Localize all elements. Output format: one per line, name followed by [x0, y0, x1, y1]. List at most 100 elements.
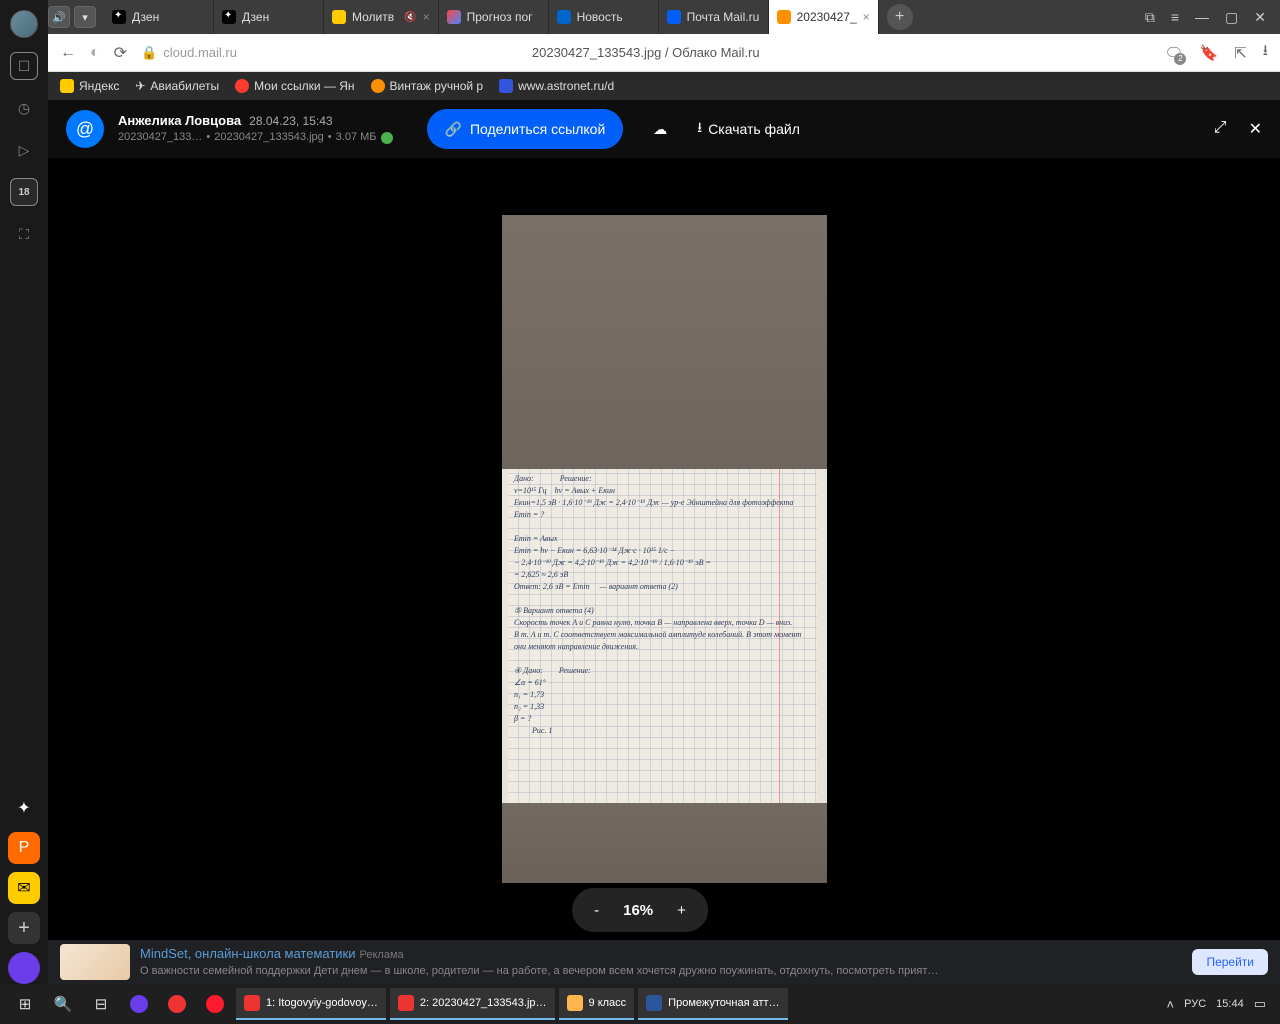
bookmark-links[interactable]: Мои ссылки — Ян: [235, 79, 354, 93]
bookmark-yandex[interactable]: Яндекс: [60, 79, 119, 93]
clock[interactable]: 15:44: [1216, 998, 1244, 1010]
cloud-header: @ Анжелика Ловцова 28.04.23, 15:43 202304…: [48, 100, 1280, 158]
verified-icon: [381, 132, 393, 144]
yandex-app-icon: [398, 995, 414, 1011]
taskbar-app-1[interactable]: 1: Itogovyiy-godovoy…: [236, 988, 386, 1020]
history-icon[interactable]: ◷: [10, 94, 38, 122]
astro-icon: [499, 79, 513, 93]
app-tile-3[interactable]: ✉: [8, 872, 40, 904]
app-tile-1[interactable]: ✦: [8, 792, 40, 824]
opera-taskbar-icon[interactable]: [198, 987, 232, 1021]
bookmark-astronet[interactable]: www.astronet.ru/d: [499, 79, 614, 93]
zoom-control: - 16% +: [572, 888, 708, 932]
minimize-icon[interactable]: —: [1195, 9, 1209, 25]
bookmark-label: Мои ссылки — Ян: [254, 79, 354, 93]
breadcrumb-short[interactable]: 20230427_133…: [118, 130, 202, 145]
language-indicator[interactable]: РУС: [1184, 998, 1206, 1010]
tab-cloud-active[interactable]: 20230427_×: [769, 0, 879, 34]
browser-tab-bar: 🔊 ▾ Дзен Дзен Молитв 🔇 × Прогноз пог Новос…: [0, 0, 1280, 34]
taskbar-app-3[interactable]: 9 класс: [559, 988, 635, 1020]
bookmark-panel-icon[interactable]: ☐: [10, 52, 38, 80]
bookmark-icon[interactable]: 🔖: [1199, 44, 1218, 62]
handwritten-notes: Дано: Решение: ν=10¹⁵ Гц hν = Aвых + Eки…: [514, 473, 811, 737]
tab-dropdown-icon[interactable]: ▾: [74, 6, 96, 28]
close-icon[interactable]: ×: [423, 10, 430, 24]
tab-news[interactable]: Новость: [549, 0, 659, 34]
fullscreen-icon[interactable]: ⤢: [1214, 119, 1227, 139]
upload-date: 28.04.23, 15:43: [249, 114, 332, 128]
zoom-level: 16%: [623, 902, 653, 919]
task-view-icon[interactable]: ⊟: [84, 987, 118, 1021]
reload-icon[interactable]: ⟳: [114, 43, 127, 63]
menu-icon[interactable]: ≡: [1171, 9, 1179, 25]
tab-dzen-1[interactable]: Дзен: [104, 0, 214, 34]
copies-icon[interactable]: ⧉: [1145, 9, 1155, 26]
file-size: 3.07 МБ: [336, 130, 377, 145]
download-button[interactable]: ⭳Скачать файл: [697, 117, 800, 141]
taskbar-app-4[interactable]: Промежуточная атт…: [638, 988, 787, 1020]
tab-dzen-2[interactable]: Дзен: [214, 0, 324, 34]
mute-icon: 🔇: [404, 12, 416, 23]
share-button[interactable]: 🔗Поделиться ссылкой: [427, 109, 624, 149]
close-window-icon[interactable]: ✕: [1254, 9, 1266, 26]
tab-label: Молитв: [352, 10, 394, 24]
ad-body: О важности семейной поддержки Дети днем …: [140, 965, 938, 977]
yandex-taskbar-icon[interactable]: [160, 987, 194, 1021]
search-icon[interactable]: 🔍: [46, 987, 80, 1021]
bookmarks-bar: Яндекс ✈Авиабилеты Мои ссылки — Ян Винта…: [48, 72, 1280, 100]
cloud-upload-button[interactable]: ☁: [653, 121, 667, 138]
ad-tag: Реклама: [360, 949, 404, 961]
translate-icon[interactable]: 🗨2: [1164, 44, 1183, 62]
filename: 20230427_133543.jpg: [214, 130, 324, 145]
windows-taskbar: ⊞ 🔍 ⊟ 1: Itogovyiy-godovoy… 2: 20230427_…: [0, 984, 1280, 1024]
dzen-icon: [112, 10, 126, 24]
taskbar-app-2[interactable]: 2: 20230427_133543.jp…: [390, 988, 555, 1020]
bookmark-avia[interactable]: ✈Авиабилеты: [135, 79, 219, 93]
photo-content: Дано: Решение: ν=10¹⁵ Гц hν = Aвых + Eки…: [502, 215, 827, 883]
zoom-in-button[interactable]: +: [677, 902, 686, 919]
zoom-out-button[interactable]: -: [594, 902, 599, 919]
dzen-icon: [222, 10, 236, 24]
taskbar-app-label: 1: Itogovyiy-godovoy…: [266, 997, 378, 1009]
start-icon[interactable]: ⊞: [8, 987, 42, 1021]
bookmark-label: Винтаж ручной р: [390, 79, 484, 93]
bookmark-label: www.astronet.ru/d: [518, 79, 614, 93]
close-icon[interactable]: ×: [863, 10, 870, 24]
profile-avatar[interactable]: [10, 10, 38, 38]
user-avatar[interactable]: @: [66, 110, 104, 148]
close-viewer-icon[interactable]: ✕: [1249, 119, 1262, 139]
link-icon: 🔗: [445, 121, 462, 138]
tab-label: Почта Mail.ru: [687, 10, 760, 24]
notifications-icon[interactable]: ▭: [1254, 996, 1266, 1012]
image-viewer[interactable]: Дано: Решение: ν=10¹⁵ Гц hν = Aвых + Eки…: [48, 158, 1280, 940]
tray-up-icon[interactable]: ˄: [1167, 997, 1175, 1012]
capture-icon[interactable]: ⛶: [10, 220, 38, 248]
tab-molitva[interactable]: Молитв 🔇 ×: [324, 0, 439, 34]
sound-icon[interactable]: 🔊: [48, 6, 70, 28]
tab-label: Дзен: [132, 10, 159, 24]
url-text: cloud.mail.ru: [163, 45, 237, 60]
app-tile-2[interactable]: P: [8, 832, 40, 864]
calendar-badge[interactable]: 18: [10, 178, 38, 206]
maximize-icon[interactable]: ▢: [1225, 9, 1238, 26]
new-tab-button[interactable]: +: [887, 4, 913, 30]
url-field[interactable]: 🔒 cloud.mail.ru: [141, 45, 518, 61]
user-name: Анжелика Ловцова: [118, 113, 241, 128]
ad-image: [60, 944, 130, 980]
tab-weather[interactable]: Прогноз пог: [439, 0, 549, 34]
bookmark-vintage[interactable]: Винтаж ручной р: [371, 79, 484, 93]
ad-title[interactable]: MindSet, онлайн-школа математики: [140, 946, 356, 961]
shield-icon[interactable]: ◐: [90, 44, 100, 62]
alice-icon[interactable]: [8, 952, 40, 984]
download-icon[interactable]: ⭳: [1263, 40, 1268, 65]
word-icon: [646, 995, 662, 1011]
play-icon[interactable]: ▷: [10, 136, 38, 164]
download-label: Скачать файл: [708, 121, 800, 137]
tab-label: Дзен: [242, 10, 269, 24]
alice-taskbar-icon[interactable]: [122, 987, 156, 1021]
add-tile-button[interactable]: +: [8, 912, 40, 944]
ad-go-button[interactable]: Перейти: [1192, 949, 1268, 975]
back-icon[interactable]: ←: [60, 44, 76, 62]
extension-icon[interactable]: ⇱: [1234, 44, 1247, 62]
tab-mail[interactable]: Почта Mail.ru: [659, 0, 769, 34]
